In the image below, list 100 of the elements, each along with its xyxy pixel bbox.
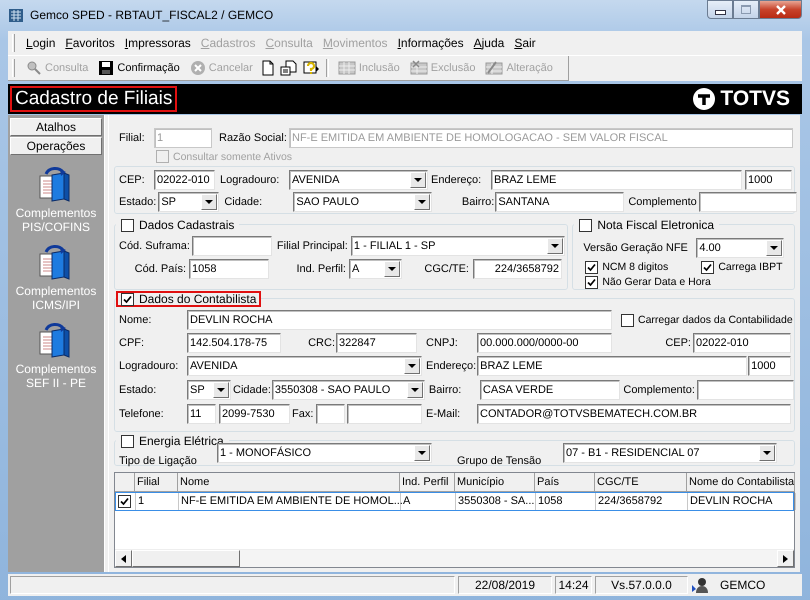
text-field[interactable]: 1058 xyxy=(189,258,269,278)
field-label: Razão Social: xyxy=(219,132,287,144)
checkbox[interactable] xyxy=(621,314,634,326)
sidebar-tab[interactable]: Operações xyxy=(10,137,102,155)
table-row[interactable]: 1 NF-E EMITIDA EM AMBIENTE DE HOMOL...A 3550308 - SA... 1058 224/3658792 DEVLIN ROCHA xyxy=(115,492,794,511)
text-field[interactable]: 1000 xyxy=(745,170,792,190)
text-field[interactable] xyxy=(316,404,345,424)
sidebar-tab[interactable]: Atalhos xyxy=(10,118,102,136)
caret-icon xyxy=(766,240,782,256)
menu-item[interactable]: Impressoras xyxy=(120,36,196,50)
text-field[interactable] xyxy=(347,404,422,424)
field-label: CGC/TE: xyxy=(423,262,469,274)
field-label: Versão Geração NFE xyxy=(583,242,689,254)
toolbar-button[interactable]: Confirmação xyxy=(93,60,185,76)
dropdown[interactable]: SP xyxy=(187,380,231,400)
field-label: Cidade: xyxy=(224,196,264,208)
text-field[interactable]: 224/3658792 xyxy=(473,258,562,278)
caret-icon xyxy=(414,194,430,210)
checkbox[interactable] xyxy=(121,292,134,306)
column-header[interactable]: Nome do Contabilista xyxy=(687,473,795,492)
horizontal-scrollbar[interactable] xyxy=(115,549,794,567)
dropdown[interactable]: 07 - B1 - RESIDENCIAL 07 xyxy=(563,443,777,463)
text-field[interactable]: 2099-7530 xyxy=(219,404,290,424)
column-header[interactable]: Nome xyxy=(178,473,400,492)
help-icon[interactable] xyxy=(302,60,320,76)
page-title: Cadastro de Filiais xyxy=(10,86,178,112)
documents-icon[interactable] xyxy=(280,60,298,76)
checkbox-label[interactable]: NCM 8 digitos xyxy=(602,261,668,273)
close-button[interactable] xyxy=(759,0,802,19)
dropdown[interactable]: SP xyxy=(158,192,220,212)
field-label: Telefone: xyxy=(119,408,165,420)
text-field[interactable]: 142.504.178-75 xyxy=(187,332,281,352)
text-field[interactable]: 1000 xyxy=(748,356,792,376)
status-panel: 14:24 xyxy=(555,576,592,594)
field-label: Filial Principal: xyxy=(276,240,349,252)
checkbox-label[interactable]: Carrega IBPT xyxy=(718,261,783,273)
menu-item[interactable]: Login xyxy=(21,36,60,50)
menu-item[interactable]: Ajuda xyxy=(468,36,510,50)
checkbox-label[interactable]: Carregar dados da Contabilidade xyxy=(638,314,793,326)
table-cell: 3550308 - SA... xyxy=(456,493,536,510)
right-arrow-icon xyxy=(783,554,788,562)
column-header[interactable]: Município xyxy=(455,473,535,492)
field-label: Complemento: xyxy=(622,384,695,396)
column-header[interactable]: País xyxy=(535,473,595,492)
dropdown[interactable]: AVENIDA xyxy=(187,356,422,376)
scroll-left-button[interactable] xyxy=(115,550,132,567)
grid-icon xyxy=(410,60,428,76)
text-field[interactable]: SANTANA xyxy=(495,192,624,212)
checkbox[interactable] xyxy=(701,260,714,274)
menu-item[interactable]: Favoritos xyxy=(60,36,120,50)
text-field[interactable]: CASA VERDE xyxy=(480,380,620,400)
user-icon xyxy=(691,577,709,593)
caret-icon xyxy=(410,172,426,188)
field-label: Cód. País: xyxy=(134,262,186,274)
table-cell: 1 xyxy=(136,493,179,510)
minimize-button[interactable] xyxy=(707,0,733,19)
scroll-right-button[interactable] xyxy=(777,550,794,567)
checkbox[interactable] xyxy=(121,434,134,448)
menu-item[interactable]: Informações xyxy=(392,36,469,50)
checkbox[interactable] xyxy=(585,276,598,288)
text-field[interactable]: DEVLIN ROCHA xyxy=(187,310,612,330)
text-field[interactable]: BRAZ LEME xyxy=(491,170,742,190)
text-field[interactable]: 02022-010 xyxy=(154,170,215,190)
checkbox[interactable] xyxy=(585,260,598,274)
checkbox-label[interactable]: Não Gerar Data e Hora xyxy=(602,276,711,288)
status-panel: 22/08/2019 xyxy=(458,576,552,594)
checkbox[interactable] xyxy=(579,218,592,232)
document-icon[interactable] xyxy=(260,60,276,76)
text-field[interactable] xyxy=(192,236,272,256)
dropdown[interactable]: 3550308 - SAO PAULO xyxy=(272,380,425,400)
dropdown[interactable]: 1 - MONOFÁSICO xyxy=(217,443,432,463)
text-field[interactable]: BRAZ LEME xyxy=(477,356,748,376)
status-panel: Vs.57.0.0.0 xyxy=(595,576,688,594)
text-field[interactable]: 02022-010 xyxy=(693,332,791,352)
field-label: CEP: xyxy=(664,336,691,348)
scroll-thumb[interactable] xyxy=(132,550,240,567)
column-header[interactable]: CGC/TE xyxy=(595,473,687,492)
text-field[interactable]: 322847 xyxy=(336,332,417,352)
text-field[interactable]: CONTADOR@TOTVSBEMATECH.COM.BR xyxy=(477,404,791,424)
menu-item[interactable]: Sair xyxy=(509,36,541,50)
dropdown[interactable]: SAO PAULO xyxy=(293,192,432,212)
checkbox[interactable] xyxy=(118,495,131,508)
dropdown[interactable]: AVENIDA xyxy=(289,170,428,190)
column-header[interactable]: Ind. Perfil xyxy=(400,473,455,492)
column-header[interactable]: Filial xyxy=(135,473,178,492)
caret-icon xyxy=(201,194,218,210)
checkbox[interactable] xyxy=(121,218,134,232)
dropdown[interactable]: A xyxy=(349,258,402,278)
caret-icon xyxy=(384,260,400,276)
field-label: Logradouro: xyxy=(119,360,180,372)
field-label: E-Mail: xyxy=(426,408,462,420)
group-title: Dados Cadastrais xyxy=(139,218,234,232)
magnifier-icon xyxy=(26,60,42,76)
dropdown[interactable]: 4.00 xyxy=(696,238,784,258)
text-field[interactable] xyxy=(698,192,797,212)
text-field[interactable] xyxy=(696,380,794,400)
text-field[interactable]: 00.000.000/0000-00 xyxy=(477,332,612,352)
text-field[interactable]: 11 xyxy=(187,404,216,424)
dropdown[interactable]: 1 - FILIAL 1 - SP xyxy=(350,236,565,256)
maximize-button[interactable] xyxy=(733,0,759,19)
